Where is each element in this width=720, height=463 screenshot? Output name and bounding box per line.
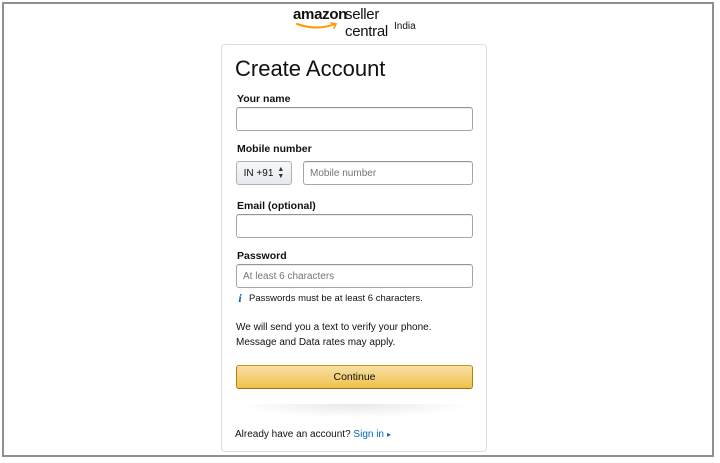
logo-brand: amazon — [293, 6, 348, 23]
password-input[interactable] — [236, 264, 473, 288]
amazon-smile-icon — [296, 22, 338, 29]
password-label: Password — [237, 250, 287, 262]
section-divider — [238, 404, 470, 418]
create-account-card — [221, 44, 487, 452]
country-code-value: IN +91 — [243, 167, 274, 179]
country-code-select[interactable]: IN +91 ▲ ▼ — [236, 161, 292, 185]
name-input[interactable] — [236, 107, 473, 131]
signin-link[interactable]: Sign in ▸ — [353, 429, 391, 440]
logo-region: India — [394, 21, 416, 32]
signin-prompt: Already have an account? — [235, 429, 351, 440]
page-title: Create Account — [235, 56, 386, 81]
verify-note-line1: We will send you a text to verify your p… — [236, 322, 432, 333]
verify-note: We will send you a text to verify your p… — [236, 320, 476, 350]
amazon-seller-central-logo[interactable]: amazon seller central India — [293, 6, 423, 40]
email-label: Email (optional) — [237, 200, 316, 212]
mobile-number-input[interactable] — [303, 161, 473, 185]
mobile-label: Mobile number — [237, 143, 312, 155]
info-icon: i — [238, 291, 242, 305]
password-hint-text: Passwords must be at least 6 characters. — [249, 293, 423, 304]
email-input[interactable] — [236, 214, 473, 238]
continue-button[interactable]: Continue — [236, 365, 473, 389]
signin-row: Already have an account? Sign in ▸ — [235, 429, 391, 440]
updown-arrows-icon: ▲ ▼ — [277, 166, 285, 180]
password-hint: i Passwords must be at least 6 character… — [236, 291, 423, 306]
verify-note-line2: Message and Data rates may apply. — [236, 337, 396, 348]
name-label: Your name — [237, 93, 291, 105]
caret-right-icon: ▸ — [387, 430, 392, 439]
signin-link-label: Sign in — [353, 429, 384, 440]
